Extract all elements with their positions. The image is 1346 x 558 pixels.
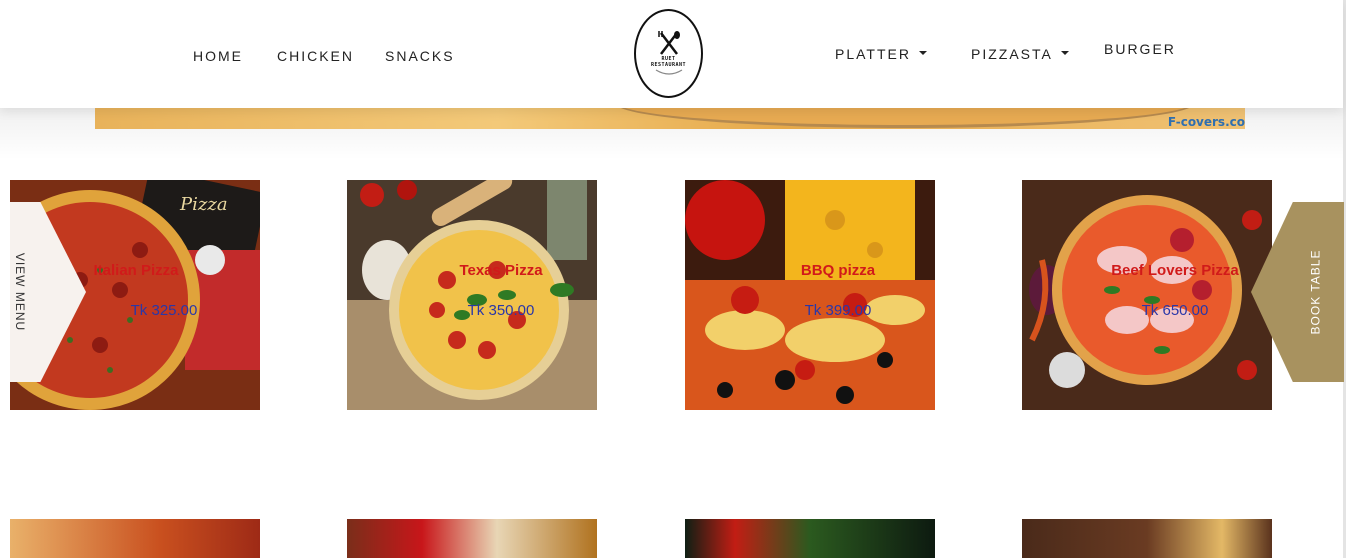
- nav-snacks[interactable]: SNACKS: [385, 48, 455, 64]
- svg-text:Pizza: Pizza: [179, 194, 228, 215]
- menu-item-image[interactable]: [347, 180, 597, 410]
- banner-watermark: F-covers.co: [1167, 115, 1245, 129]
- top-navbar: HOME CHICKEN SNACKS RUET RESTAURANT PLAT…: [0, 0, 1343, 108]
- menu-item-name[interactable]: BBQ pizza: [688, 262, 988, 279]
- menu-item-price: Tk 350.00: [467, 302, 535, 319]
- nav-home[interactable]: HOME: [193, 48, 243, 64]
- nav-pizzasta[interactable]: PIZZASTA: [971, 46, 1069, 62]
- book-table-label: BOOK TABLE: [1308, 249, 1323, 335]
- menu-card-bbq-pizza[interactable]: [685, 180, 935, 410]
- menu-item-image[interactable]: [347, 519, 597, 558]
- view-menu-label: VIEW MENU: [13, 252, 27, 332]
- menu-item-image[interactable]: [1022, 519, 1272, 558]
- nav-platter[interactable]: PLATTER: [835, 46, 927, 62]
- logo-tableware-icon: [655, 68, 682, 75]
- caret-down-icon: [918, 51, 927, 56]
- caret-down-icon: [1060, 51, 1069, 56]
- hero-banner: F-covers.co: [95, 108, 1245, 129]
- menu-card-beef-lovers-pizza[interactable]: [1022, 180, 1272, 410]
- menu-item-image[interactable]: [1022, 180, 1272, 410]
- nav-chicken[interactable]: CHICKEN: [277, 48, 354, 64]
- restaurant-logo[interactable]: RUET RESTAURANT: [634, 9, 703, 98]
- menu-item-name[interactable]: Texas Pizza: [351, 262, 651, 279]
- fork-knife-icon: [657, 30, 680, 55]
- menu-item-image[interactable]: [685, 180, 935, 410]
- menu-item-price: Tk 399.00: [804, 302, 872, 319]
- nav-pizzasta-label: PIZZASTA: [971, 46, 1053, 62]
- nav-burger[interactable]: BURGER: [1104, 41, 1176, 57]
- menu-item-image[interactable]: [685, 519, 935, 558]
- banner-pizza-plate: [615, 108, 1195, 128]
- menu-card-texas-pizza[interactable]: [347, 180, 597, 410]
- nav-platter-label: PLATTER: [835, 46, 911, 62]
- menu-item-image[interactable]: [10, 519, 260, 558]
